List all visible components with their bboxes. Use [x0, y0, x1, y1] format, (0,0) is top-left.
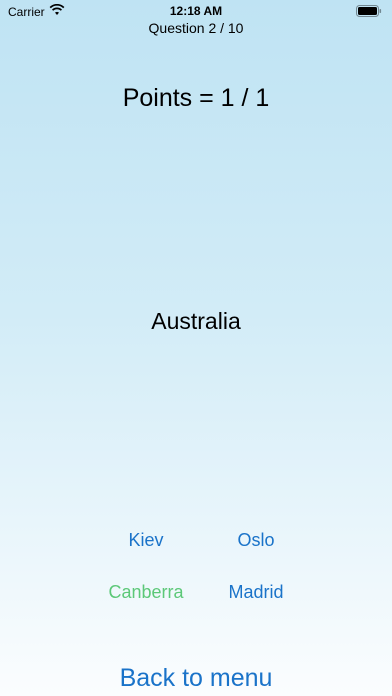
- country-name: Australia: [151, 308, 241, 334]
- battery-icon: [356, 5, 382, 20]
- answer-button-madrid[interactable]: Madrid: [191, 582, 321, 603]
- points-label: Points = 1 / 1: [122, 84, 270, 112]
- answer-button-oslo[interactable]: Oslo: [191, 530, 321, 551]
- question-counter: Question 2 / 10: [148, 20, 244, 36]
- status-bar: Carrier 12:18 AM: [0, 0, 392, 20]
- status-time: 12:18 AM: [169, 4, 223, 18]
- back-to-menu-button[interactable]: Back to menu: [0, 664, 392, 693]
